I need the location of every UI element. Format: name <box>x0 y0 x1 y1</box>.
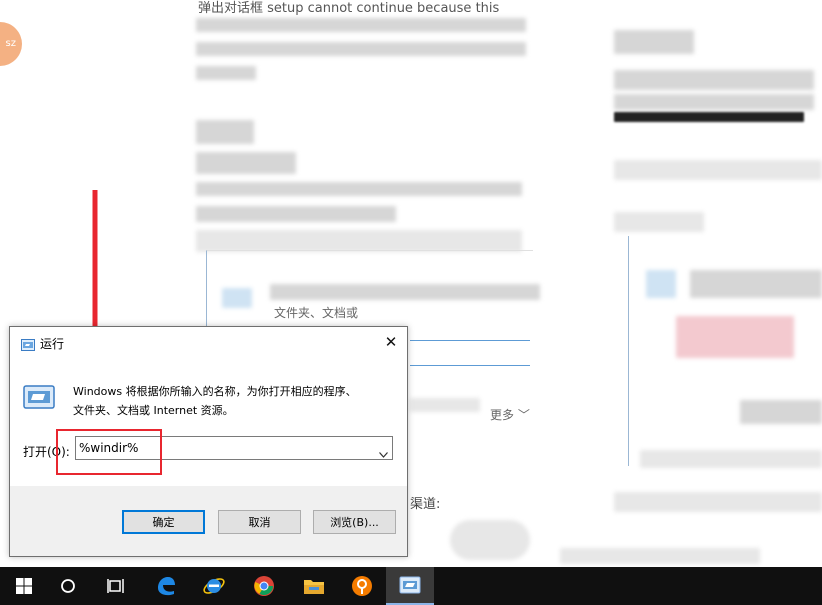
blurred-text-block <box>614 70 814 90</box>
avatar: sz <box>0 22 22 66</box>
taskbar-run[interactable] <box>386 567 434 605</box>
blurred-text-block <box>614 112 804 122</box>
run-dialog-titlebar[interactable]: 运行 ✕ <box>10 327 407 358</box>
start-icon <box>16 578 32 594</box>
run-dialog-title: 运行 <box>40 337 65 351</box>
start-button[interactable] <box>0 567 48 605</box>
blurred-text-block <box>740 400 822 424</box>
browse-button[interactable]: 浏览(B)... <box>313 510 396 534</box>
blurred-text-block <box>196 120 254 144</box>
cancel-button[interactable]: 取消 <box>218 510 301 534</box>
run-description-line: 文件夹、文档或 Internet 资源。 <box>73 404 234 417</box>
blurred-text-block <box>640 450 822 468</box>
chevron-down-icon[interactable] <box>379 443 388 462</box>
blurred-text-block <box>196 152 296 174</box>
blurred-text-block <box>196 206 396 222</box>
background-divider <box>410 340 530 341</box>
file-explorer-icon <box>304 580 324 594</box>
blurred-text-block <box>614 492 822 512</box>
taskbar-chrome[interactable] <box>240 567 288 605</box>
chrome-icon <box>254 576 274 596</box>
taskbar-edge[interactable] <box>142 567 190 605</box>
blurred-icon <box>222 288 252 308</box>
blurred-text-block <box>196 18 526 32</box>
task-view-button[interactable] <box>92 567 140 605</box>
run-icon <box>399 576 421 594</box>
run-description: Windows 将根据你所输入的名称，为你打开相应的程序、 文件夹、文档或 In… <box>73 382 393 420</box>
background-heading-text: 弹出对话框 setup cannot continue because this <box>198 1 500 16</box>
run-app-icon <box>21 336 35 355</box>
search-button[interactable] <box>44 567 92 605</box>
blurred-text-block <box>196 182 522 196</box>
taskbar-app[interactable] <box>338 567 386 605</box>
blurred-text-block <box>196 230 522 252</box>
taskbar <box>0 567 822 605</box>
blurred-text-block <box>196 42 526 56</box>
internet-explorer-icon <box>203 578 225 594</box>
blurred-text-block <box>690 270 822 298</box>
background-channel-text: 渠道: <box>410 497 441 512</box>
blurred-block <box>450 520 530 560</box>
taskbar-file-explorer[interactable] <box>290 567 338 605</box>
blurred-text-block <box>614 94 814 110</box>
blurred-text-block <box>614 212 704 232</box>
background-more-link: 更多 ﹀ <box>490 408 530 422</box>
background-fragment-text: 文件夹、文档或 <box>274 306 359 320</box>
blurred-text-block <box>614 30 694 54</box>
blurred-icon <box>646 270 676 298</box>
taskbar-internet-explorer[interactable] <box>190 567 238 605</box>
run-dialog-footer: 确定 取消 浏览(B)... <box>10 486 407 556</box>
task-view-icon <box>107 579 124 593</box>
red-highlight-box <box>56 429 162 475</box>
background-divider <box>410 365 530 366</box>
run-description-line: Windows 将根据你所输入的名称，为你打开相应的程序、 <box>73 385 357 398</box>
blurred-text-block <box>614 160 822 180</box>
close-icon[interactable]: ✕ <box>375 327 407 358</box>
blurred-text-block <box>196 66 256 80</box>
run-program-icon <box>23 384 55 414</box>
edge-icon <box>158 577 175 596</box>
blurred-text-block <box>410 398 480 412</box>
blurred-highlight <box>676 316 794 358</box>
blurred-text-block <box>270 284 540 300</box>
blurred-text-block <box>560 548 760 564</box>
ok-button[interactable]: 确定 <box>122 510 205 534</box>
app-icon <box>352 576 372 596</box>
run-dialog: 运行 ✕ Windows 将根据你所输入的名称，为你打开相应的程序、 文件夹、文… <box>9 326 408 557</box>
search-icon <box>61 579 75 593</box>
